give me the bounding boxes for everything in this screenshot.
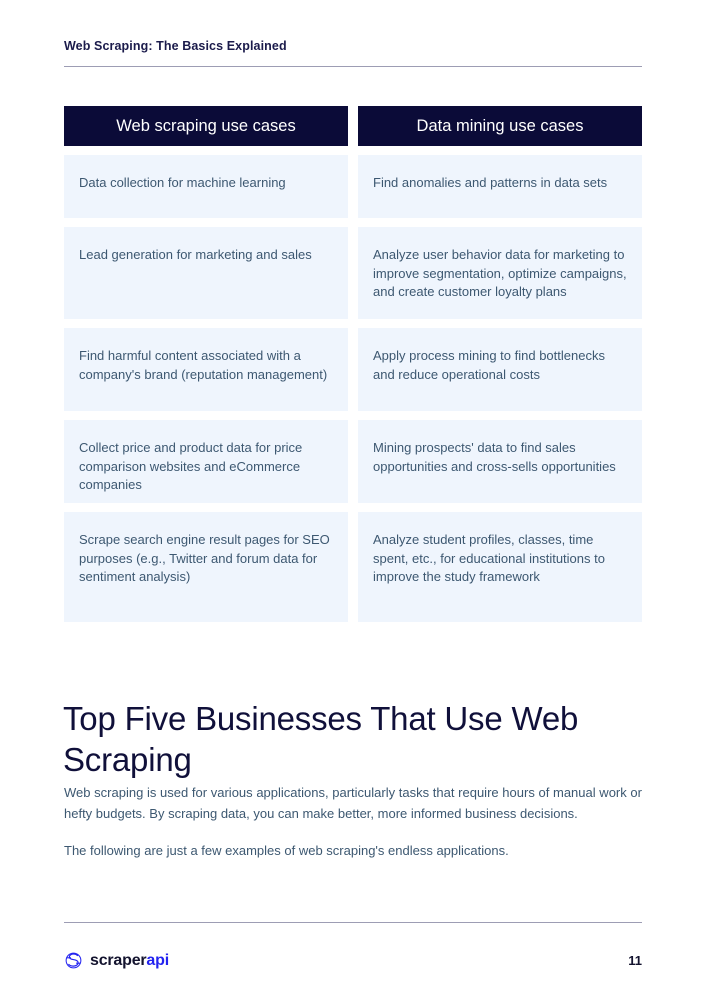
- table-cell: Scrape search engine result pages for SE…: [64, 512, 348, 622]
- body-paragraph-1: Web scraping is used for various applica…: [64, 785, 642, 821]
- table-cell: Data collection for machine learning: [64, 155, 348, 218]
- brand-wordmark-accent: api: [146, 952, 169, 969]
- table-column-data-mining: Data mining use cases Find anomalies and…: [358, 106, 642, 622]
- use-cases-comparison-table: Web scraping use cases Data collection f…: [64, 106, 642, 622]
- table-cell: Analyze user behavior data for marketing…: [358, 227, 642, 319]
- section-body: Web scraping is used for various applica…: [64, 783, 642, 862]
- table-cell: Find harmful content associated with a c…: [64, 328, 348, 411]
- column-header-web-scraping: Web scraping use cases: [64, 106, 348, 146]
- footer-divider-rule: [64, 922, 642, 923]
- document-page: Web Scraping: The Basics Explained Web s…: [0, 0, 707, 1000]
- page-footer: scraperapi 11: [64, 951, 642, 970]
- brand-wordmark: scraperapi: [90, 951, 169, 970]
- brand-logo: scraperapi: [64, 951, 169, 970]
- running-header-title: Web Scraping: The Basics Explained: [64, 39, 287, 53]
- table-cell: Mining prospects' data to find sales opp…: [358, 420, 642, 503]
- table-cell: Apply process mining to find bottlenecks…: [358, 328, 642, 411]
- column-header-label: Data mining use cases: [416, 117, 584, 135]
- header-divider-rule: [64, 66, 642, 67]
- brand-wordmark-primary: scraper: [90, 952, 147, 969]
- table-column-web-scraping: Web scraping use cases Data collection f…: [64, 106, 348, 622]
- column-header-label: Web scraping use cases: [116, 117, 296, 135]
- body-paragraph-2: The following are just a few examples of…: [64, 843, 509, 858]
- table-cell: Analyze student profiles, classes, time …: [358, 512, 642, 622]
- column-header-data-mining: Data mining use cases: [358, 106, 642, 146]
- running-header: Web Scraping: The Basics Explained: [64, 38, 642, 54]
- page-number: 11: [628, 953, 642, 968]
- table-cell: Find anomalies and patterns in data sets: [358, 155, 642, 218]
- table-cell: Collect price and product data for price…: [64, 420, 348, 503]
- section-heading: Top Five Businesses That Use Web Scrapin…: [63, 700, 579, 779]
- table-cell: Lead generation for marketing and sales: [64, 227, 348, 319]
- scraperapi-s-logo-icon: [65, 952, 82, 969]
